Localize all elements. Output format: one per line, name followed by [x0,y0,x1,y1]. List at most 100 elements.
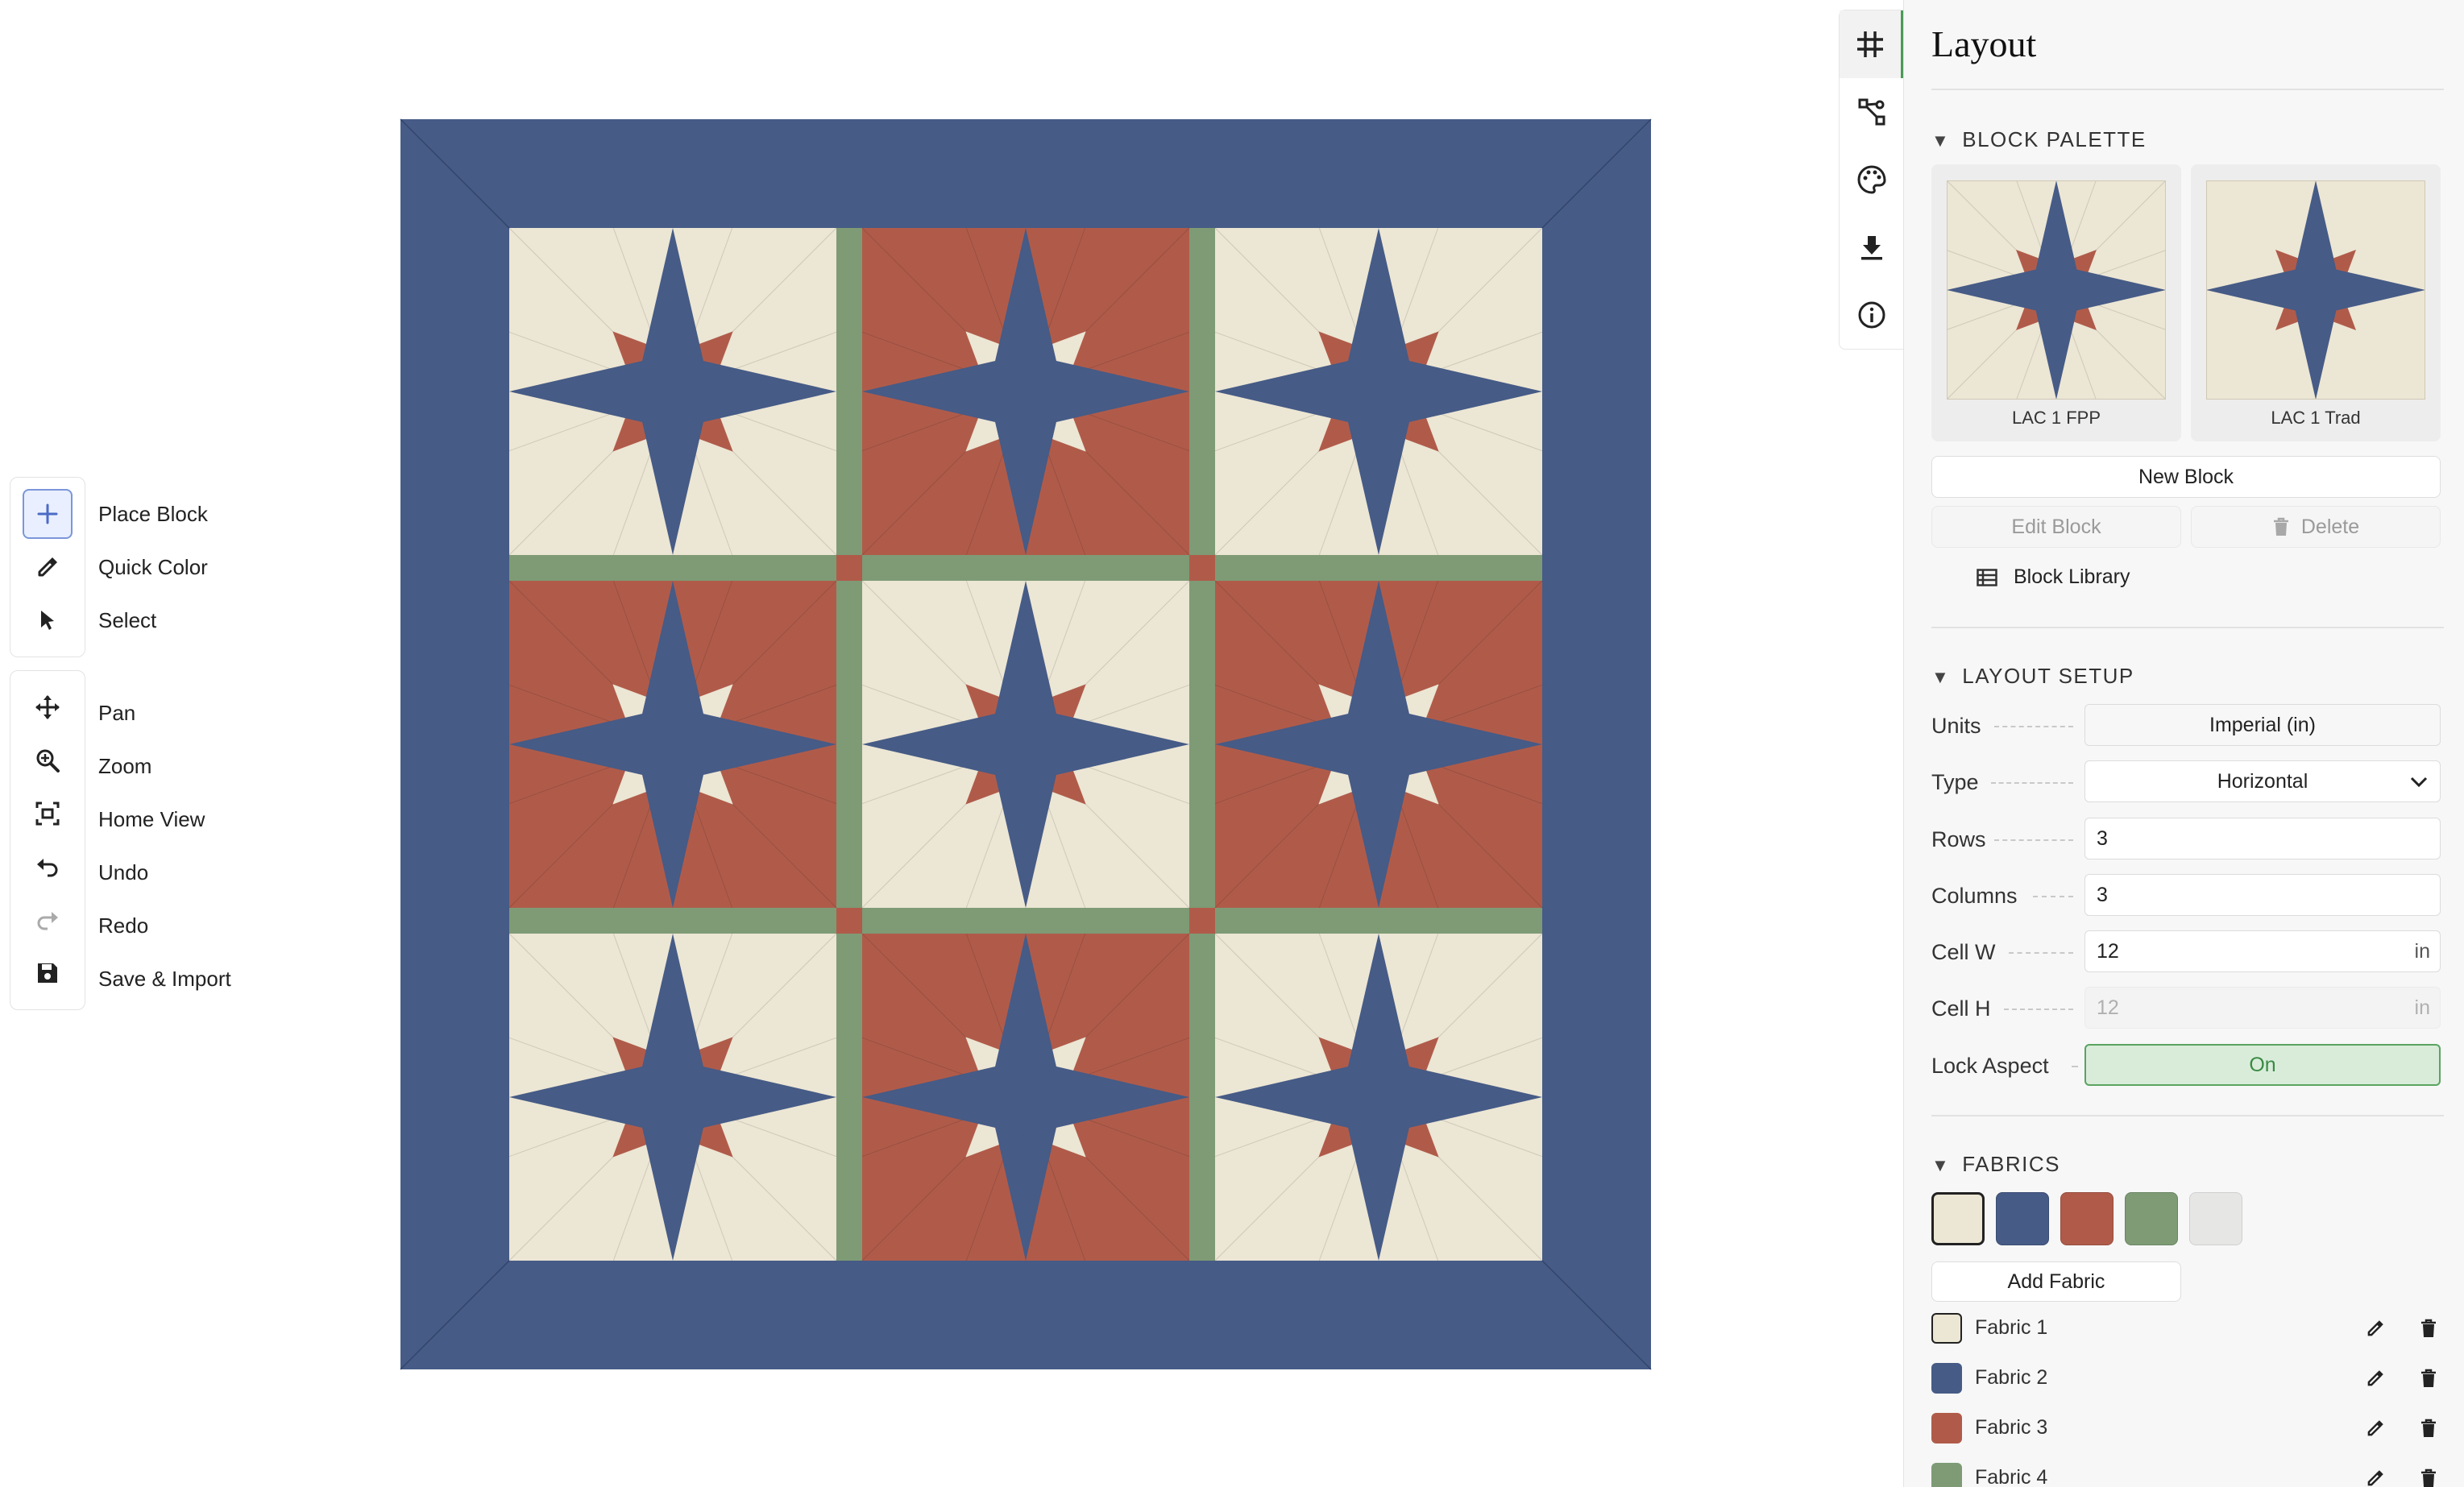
fabric-color-chip [1931,1363,1962,1394]
leader-dots [2004,1009,2073,1010]
add-fabric-button[interactable]: Add Fabric [1931,1261,2181,1302]
fabric-swatch-2[interactable] [1996,1192,2049,1245]
fabric-name: Fabric 3 [1975,1416,2048,1439]
tool-label-undo: Undo [98,860,149,884]
rail-download-button[interactable] [1840,213,1904,281]
fabrics-header[interactable]: ▼ FABRICS [1931,1152,2060,1177]
fabric-color-chip [1931,1463,1962,1487]
lock-aspect-label: Lock Aspect [1931,1054,2049,1078]
move-icon [35,695,60,719]
home-view-icon [35,801,60,826]
fabric-row-2[interactable]: Fabric 2 [1904,1358,2464,1406]
eyedropper-icon[interactable] [2365,1418,2386,1439]
cell-height-input: 12 in [2084,987,2441,1029]
quilt-block [1214,227,1543,556]
type-select[interactable]: Horizontal [2084,760,2441,802]
type-label: Type [1931,770,1979,794]
rail-palette-button[interactable] [1840,146,1904,213]
fabric-color-chip [1931,1413,1962,1444]
rows-label: Rows [1931,827,1986,851]
fabric-swatch-3[interactable] [2060,1192,2113,1245]
collapse-triangle-icon: ▼ [1931,1155,1949,1175]
tool-label-home-view: Home View [98,807,205,831]
redo-icon [37,912,58,930]
tool-label-zoom: Zoom [98,754,152,778]
leader-dots [1991,782,2073,784]
fabric-swatch-5[interactable] [2189,1192,2242,1245]
columns-input[interactable]: 3 [2084,874,2441,916]
share-icon [1858,98,1885,126]
quilt-block [861,580,1190,909]
place-block-tool[interactable] [23,489,73,539]
fabric-row-3[interactable]: Fabric 3 [1904,1408,2464,1456]
plus-icon [37,503,58,524]
redo-tool[interactable] [23,895,73,945]
divider [1931,89,2444,90]
type-value: Horizontal [2217,769,2308,793]
trash-icon[interactable] [2420,1418,2437,1439]
cell-height-label: Cell H [1931,996,1991,1021]
tool-label-select: Select [98,608,157,632]
cell-width-input[interactable]: 12 in [2084,930,2441,972]
delete-block-button[interactable]: Delete [2191,506,2441,548]
table-icon [1977,568,1997,586]
zoom-icon [36,749,60,772]
rows-input[interactable]: 3 [2084,818,2441,859]
quick-color-tool[interactable] [23,542,73,592]
fabric-name: Fabric 2 [1975,1366,2048,1389]
info-icon [1858,301,1885,329]
fabric-color-chip [1931,1313,1962,1344]
leader-dots [1994,726,2073,727]
quilt-canvas[interactable] [0,0,1797,1487]
rail-share-button[interactable] [1840,78,1904,146]
block-card-trad[interactable]: LAC 1 Trad [2191,164,2441,441]
tool-label-place-block: Place Block [98,502,208,526]
columns-label: Columns [1931,884,2018,908]
undo-tool[interactable] [23,842,73,892]
edit-block-button[interactable]: Edit Block [1931,506,2181,548]
rail-layout-button[interactable] [1840,10,1904,78]
trash-icon[interactable] [2420,1368,2437,1389]
collapse-triangle-icon: ▼ [1931,130,1949,151]
palette-icon [1857,165,1886,194]
eyedropper-icon[interactable] [2365,1318,2386,1339]
trash-icon[interactable] [2420,1468,2437,1487]
save-import-tool[interactable] [23,948,73,998]
units-select[interactable]: Imperial (in) [2084,704,2441,746]
block-palette-title: BLOCK PALETTE [1962,127,2147,151]
zoom-tool[interactable] [23,735,73,785]
block-library-link[interactable]: Block Library [1977,565,2130,589]
cell-height-value: 12 [2097,996,2119,1019]
pan-tool[interactable] [23,682,73,732]
quilt-block [508,933,837,1261]
chevron-down-icon [2410,777,2428,788]
eyedropper-icon[interactable] [2365,1468,2386,1487]
fabric-swatch-4[interactable] [2125,1192,2178,1245]
block-card-fpp[interactable]: LAC 1 FPP [1931,164,2181,441]
block-label-fpp: LAC 1 FPP [2011,408,2101,428]
leader-dots [2009,952,2073,954]
layout-sidebar: Layout ▼ BLOCK PALETTE LAC 1 FPP LAC 1 T… [1903,0,2464,1487]
block-palette-header[interactable]: ▼ BLOCK PALETTE [1931,127,2147,152]
eyedropper-icon[interactable] [2365,1368,2386,1389]
leader-dots [2033,896,2073,897]
cornerstone [1189,555,1215,581]
trash-icon[interactable] [2420,1318,2437,1339]
cornerstone [836,555,862,581]
new-block-button[interactable]: New Block [1931,456,2441,498]
quilt-block [2206,180,2425,400]
grid-icon [1857,31,1883,57]
fabric-name: Fabric 4 [1975,1466,2048,1487]
layout-setup-header[interactable]: ▼ LAYOUT SETUP [1931,664,2134,689]
fabric-swatch-1[interactable] [1931,1192,1985,1245]
select-tool[interactable] [23,595,73,645]
tool-group-edit [10,477,85,657]
rail-info-button[interactable] [1840,281,1904,349]
units-label: Units [1931,714,1981,738]
save-icon [38,963,57,983]
fabric-row-1[interactable]: Fabric 1 [1904,1308,2464,1357]
home-view-tool[interactable] [23,789,73,839]
lock-aspect-toggle[interactable]: On [2084,1044,2441,1086]
delete-label: Delete [2300,515,2360,538]
fabric-row-4[interactable]: Fabric 4 [1904,1458,2464,1487]
